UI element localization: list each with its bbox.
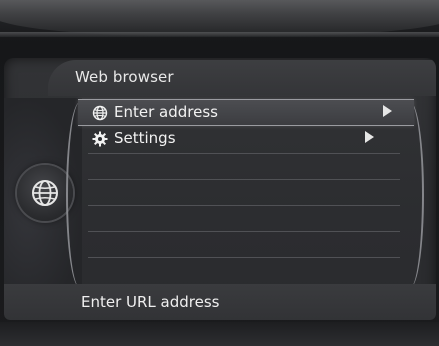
car-infotainment-display: Web browser Enter address Settings Enter…: [0, 0, 439, 346]
divider: [88, 153, 400, 154]
menu-item-label: Enter address: [114, 103, 218, 121]
menu-item-label: Settings: [114, 129, 176, 147]
arrow-right-icon: [365, 131, 374, 143]
status-text: Enter URL address: [81, 293, 220, 311]
divider: [88, 179, 400, 180]
screen: Web browser Enter address Settings Enter…: [4, 58, 436, 320]
menu-item-settings[interactable]: Settings: [78, 126, 414, 151]
status-bar: Enter URL address: [4, 284, 436, 320]
divider: [88, 257, 400, 258]
dashboard-bezel-top: [0, 0, 439, 36]
dashboard-trim: [0, 32, 439, 37]
divider: [88, 205, 400, 206]
browser-home-button[interactable]: [17, 165, 73, 221]
gear-icon: [92, 131, 108, 147]
arrow-right-icon: [383, 105, 392, 117]
globe-icon: [92, 105, 108, 121]
menu-list: Enter address Settings: [78, 98, 414, 298]
dashboard-bezel-bottom: [0, 322, 439, 346]
page-title: Web browser: [75, 68, 174, 86]
globe-icon: [32, 180, 58, 206]
menu-item-enter-address[interactable]: Enter address: [78, 99, 414, 126]
divider: [88, 231, 400, 232]
